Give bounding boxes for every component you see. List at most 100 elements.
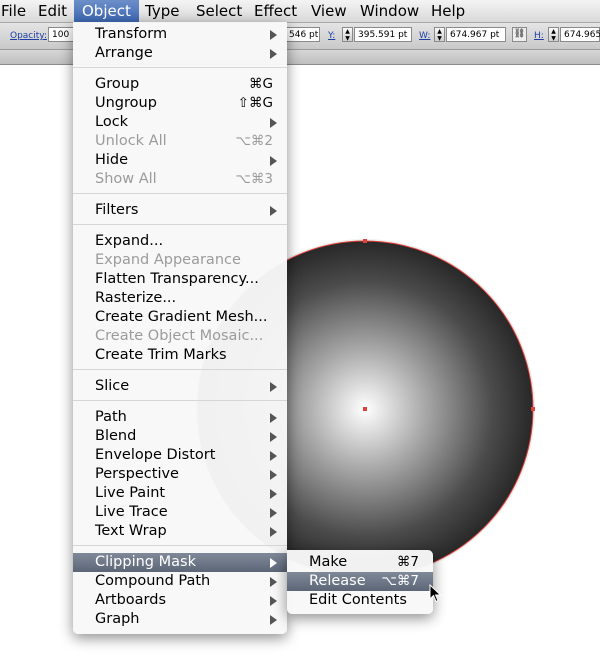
- menu-item-live-paint[interactable]: Live Paint: [73, 484, 287, 503]
- menu-item-filters[interactable]: Filters: [73, 201, 287, 220]
- submenu-arrow-icon: [270, 49, 277, 59]
- menu-edit[interactable]: Edit: [30, 0, 75, 22]
- h-stepper[interactable]: ▲ ▼: [548, 27, 559, 42]
- menu-item-label: Slice: [95, 378, 130, 394]
- y-label[interactable]: Y:: [328, 31, 335, 41]
- menu-item-label: Perspective: [95, 466, 179, 482]
- menu-item-expand[interactable]: Expand...: [73, 232, 287, 251]
- menu-item-label: Clipping Mask: [95, 554, 196, 570]
- menu-window[interactable]: Window: [352, 0, 427, 22]
- menu-item-clipping-mask[interactable]: Clipping Mask: [73, 553, 287, 572]
- menu-item-label: Text Wrap: [95, 523, 167, 539]
- submenu-arrow-icon: [270, 382, 277, 392]
- menu-item-perspective[interactable]: Perspective: [73, 465, 287, 484]
- menu-item-create-trim-marks[interactable]: Create Trim Marks: [73, 346, 287, 365]
- menu-item-flatten-transparency[interactable]: Flatten Transparency...: [73, 270, 287, 289]
- menu-item-label: Expand...: [95, 233, 164, 249]
- menu-item-envelope-distort[interactable]: Envelope Distort: [73, 446, 287, 465]
- menu-item-artboards[interactable]: Artboards: [73, 591, 287, 610]
- clipping-mask-submenu: Make ⌘7 Release ⌥⌘7 Edit Contents: [287, 550, 433, 614]
- constrain-proportions-icon[interactable]: ⛓: [512, 27, 527, 42]
- menu-item-group[interactable]: Group ⌘G: [73, 75, 287, 94]
- menu-separator: [73, 224, 287, 225]
- opacity-field[interactable]: 100: [48, 27, 74, 42]
- submenu-item-release[interactable]: Release ⌥⌘7: [287, 572, 433, 591]
- object-menu: Transform Arrange Group ⌘G Ungroup ⇧⌘G Lock Unl…: [73, 22, 287, 634]
- menu-item-ungroup[interactable]: Ungroup ⇧⌘G: [73, 94, 287, 113]
- submenu-item-shortcut: ⌥⌘7: [381, 573, 419, 589]
- menu-item-label: Blend: [95, 428, 137, 444]
- menu-separator: [73, 400, 287, 401]
- submenu-arrow-icon: [270, 527, 277, 537]
- x-field[interactable]: 546 pt: [286, 27, 320, 42]
- menu-item-shortcut: ⌥⌘3: [235, 171, 273, 187]
- w-stepper[interactable]: ▲ ▼: [434, 27, 445, 42]
- menu-item-hide[interactable]: Hide: [73, 151, 287, 170]
- menu-item-arrange[interactable]: Arrange: [73, 44, 287, 63]
- menu-help[interactable]: Help: [423, 0, 473, 22]
- menu-item-label: Expand Appearance: [95, 252, 241, 268]
- menu-item-graph[interactable]: Graph: [73, 610, 287, 629]
- menu-item-label: Unlock All: [95, 133, 167, 149]
- submenu-item-make[interactable]: Make ⌘7: [287, 553, 433, 572]
- menu-file[interactable]: File: [0, 0, 34, 22]
- w-label[interactable]: W:: [419, 31, 430, 41]
- menu-item-label: Compound Path: [95, 573, 211, 589]
- menu-item-label: Lock: [95, 114, 129, 130]
- anchor-right-handle[interactable]: [531, 407, 535, 411]
- menu-select[interactable]: Select: [188, 0, 250, 22]
- menu-item-label: Graph: [95, 611, 140, 627]
- menu-item-transform[interactable]: Transform: [73, 25, 287, 44]
- menu-item-label: Live Trace: [95, 504, 168, 520]
- submenu-arrow-icon: [270, 30, 277, 40]
- h-field[interactable]: 674.965: [560, 27, 600, 42]
- menu-separator: [73, 369, 287, 370]
- center-point-handle[interactable]: [363, 407, 367, 411]
- submenu-arrow-icon: [270, 206, 277, 216]
- submenu-arrow-icon: [270, 470, 277, 480]
- menu-item-label: Live Paint: [95, 485, 166, 501]
- submenu-arrow-icon: [270, 413, 277, 423]
- menu-effect[interactable]: Effect: [246, 0, 305, 22]
- menu-item-rasterize[interactable]: Rasterize...: [73, 289, 287, 308]
- menu-item-compound-path[interactable]: Compound Path: [73, 572, 287, 591]
- submenu-arrow-icon: [270, 432, 277, 442]
- menu-item-blend[interactable]: Blend: [73, 427, 287, 446]
- menu-item-lock[interactable]: Lock: [73, 113, 287, 132]
- menu-item-label: Hide: [95, 152, 129, 168]
- menu-item-shortcut: ⌘G: [249, 76, 273, 92]
- submenu-item-shortcut: ⌘7: [396, 554, 419, 570]
- menu-item-unlock-all: Unlock All ⌥⌘2: [73, 132, 287, 151]
- menu-item-create-object-mosaic: Create Object Mosaic...: [73, 327, 287, 346]
- menu-object[interactable]: Object: [74, 0, 139, 22]
- menu-item-live-trace[interactable]: Live Trace: [73, 503, 287, 522]
- menu-view[interactable]: View: [303, 0, 355, 22]
- menu-item-slice[interactable]: Slice: [73, 377, 287, 396]
- menu-bar: File Edit Object Type Select Effect View…: [0, 0, 600, 23]
- menu-type[interactable]: Type: [137, 0, 187, 22]
- menu-item-shortcut: ⇧⌘G: [237, 95, 273, 111]
- menu-item-text-wrap[interactable]: Text Wrap: [73, 522, 287, 541]
- submenu-item-edit-contents[interactable]: Edit Contents: [287, 591, 433, 610]
- menu-item-label: Ungroup: [95, 95, 157, 111]
- menu-item-label: Create Gradient Mesh...: [95, 309, 268, 325]
- menu-item-label: Group: [95, 76, 140, 92]
- anchor-top-handle[interactable]: [363, 239, 367, 243]
- submenu-arrow-icon: [270, 577, 277, 587]
- h-label[interactable]: H:: [534, 31, 544, 41]
- opacity-label[interactable]: Opacity:: [10, 31, 47, 41]
- submenu-arrow-icon: [270, 508, 277, 518]
- menu-item-label: Filters: [95, 202, 139, 218]
- menu-item-create-gradient-mesh[interactable]: Create Gradient Mesh...: [73, 308, 287, 327]
- menu-item-label: Flatten Transparency...: [95, 271, 259, 287]
- menu-separator: [73, 67, 287, 68]
- menu-item-expand-appearance: Expand Appearance: [73, 251, 287, 270]
- menu-item-show-all: Show All ⌥⌘3: [73, 170, 287, 189]
- y-stepper[interactable]: ▲ ▼: [342, 27, 353, 42]
- menu-separator: [73, 193, 287, 194]
- menu-item-label: Rasterize...: [95, 290, 177, 306]
- w-field[interactable]: 674.967 pt: [446, 27, 506, 42]
- mouse-cursor-icon: [429, 584, 442, 603]
- menu-item-path[interactable]: Path: [73, 408, 287, 427]
- y-field[interactable]: 395.591 pt: [354, 27, 412, 42]
